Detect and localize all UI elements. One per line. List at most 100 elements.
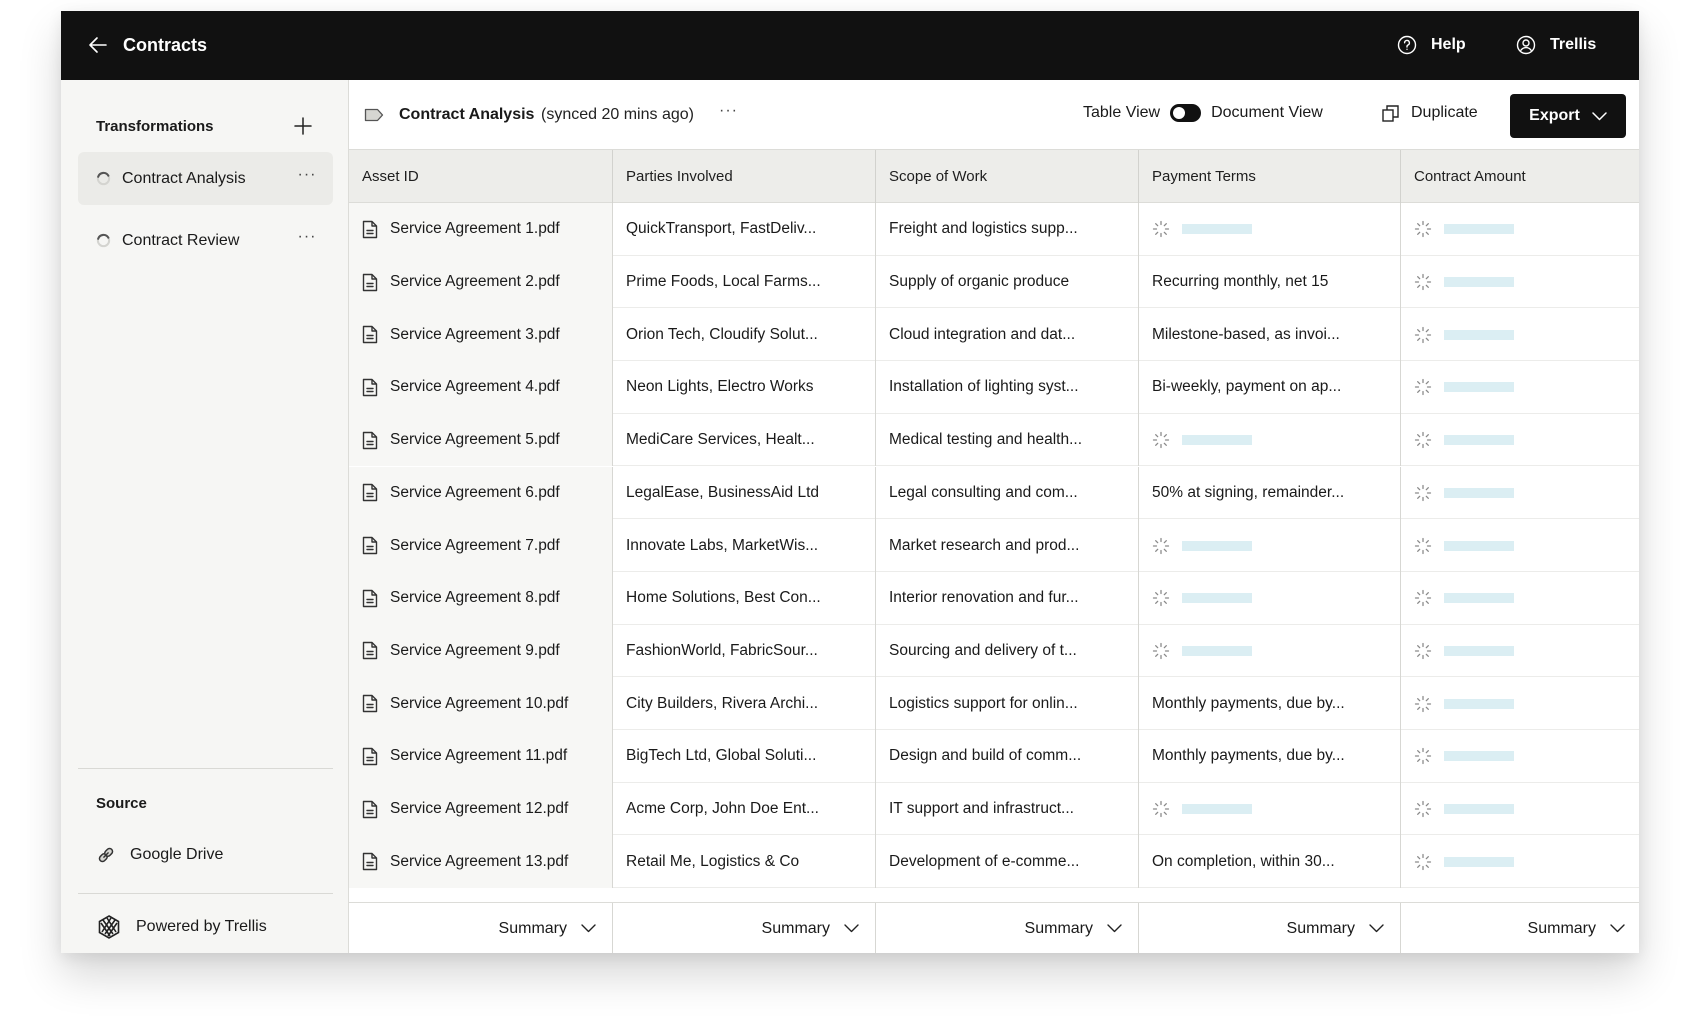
payment-terms-cell[interactable]: Monthly payments, due by... [1139, 677, 1401, 730]
asset-id-cell[interactable]: Service Agreement 13.pdf [349, 835, 613, 889]
table-row[interactable]: Service Agreement 6.pdf LegalEase, Busine… [349, 466, 1639, 520]
asset-id-cell[interactable]: Service Agreement 4.pdf [349, 361, 613, 414]
duplicate-button[interactable]: Duplicate [1382, 104, 1478, 122]
parties-cell[interactable]: Orion Tech, Cloudify Solut... [613, 308, 876, 362]
table-row[interactable]: Service Agreement 4.pdf Neon Lights, Elec… [349, 361, 1639, 414]
asset-id-cell[interactable]: Service Agreement 7.pdf [349, 519, 613, 572]
summary-dropdown[interactable]: Summary [1401, 903, 1639, 953]
table-row[interactable]: Service Agreement 13.pdf Retail Me, Logis… [349, 835, 1639, 889]
parties-cell[interactable]: Innovate Labs, MarketWis... [613, 519, 876, 572]
scope-cell[interactable]: Market research and prod... [876, 519, 1139, 572]
summary-dropdown[interactable]: Summary [1139, 903, 1401, 953]
asset-id-cell[interactable]: Service Agreement 12.pdf [349, 782, 613, 836]
scope-cell[interactable]: Interior renovation and fur... [876, 571, 1139, 625]
parties-cell[interactable]: City Builders, Rivera Archi... [613, 677, 876, 730]
payment-terms-cell[interactable]: 50% at signing, remainder... [1139, 466, 1401, 520]
summary-dropdown[interactable]: Summary [876, 903, 1139, 953]
view-toggle[interactable] [1170, 104, 1202, 122]
scope-cell[interactable]: Legal consulting and com... [876, 466, 1139, 520]
sidebar-item-contract-review[interactable]: Contract Review ··· [78, 214, 333, 267]
summary-dropdown[interactable]: Summary [349, 903, 613, 953]
payment-terms-cell[interactable] [1139, 413, 1401, 467]
contract-amount-cell[interactable] [1401, 572, 1639, 625]
scope-cell[interactable]: Supply of organic produce [876, 255, 1139, 309]
table-row[interactable]: Service Agreement 2.pdf Prime Foods, Loca… [349, 255, 1639, 309]
asset-id-cell[interactable]: Service Agreement 6.pdf [349, 466, 613, 520]
column-header-parties[interactable]: Parties Involved [613, 150, 876, 203]
summary-dropdown[interactable]: Summary [613, 903, 876, 953]
asset-id-cell[interactable]: Service Agreement 3.pdf [349, 308, 613, 362]
payment-terms-cell[interactable]: On completion, within 30... [1139, 835, 1401, 889]
payment-terms-cell[interactable]: Monthly payments, due by... [1139, 730, 1401, 783]
contract-amount-cell[interactable] [1401, 835, 1639, 888]
contract-amount-cell[interactable] [1401, 783, 1639, 836]
asset-id-cell[interactable]: Service Agreement 5.pdf [349, 413, 613, 467]
payment-terms-cell[interactable]: Bi-weekly, payment on ap... [1139, 361, 1401, 414]
table-row[interactable]: Service Agreement 3.pdf Orion Tech, Cloud… [349, 308, 1639, 362]
column-header-amount[interactable]: Contract Amount [1401, 150, 1639, 203]
parties-cell[interactable]: MediCare Services, Healt... [613, 413, 876, 467]
table-row[interactable]: Service Agreement 8.pdf Home Solutions, B… [349, 571, 1639, 625]
scope-cell[interactable]: Installation of lighting syst... [876, 361, 1139, 414]
document-view-label[interactable]: Document View [1211, 104, 1323, 122]
table-row[interactable]: Service Agreement 11.pdf BigTech Ltd, Glo… [349, 730, 1639, 783]
parties-cell[interactable]: Acme Corp, John Doe Ent... [613, 782, 876, 836]
asset-id-cell[interactable]: Service Agreement 8.pdf [349, 571, 613, 625]
plus-icon[interactable] [291, 114, 315, 138]
table-view-label[interactable]: Table View [1083, 104, 1160, 122]
contract-amount-cell[interactable] [1401, 203, 1639, 256]
scope-cell[interactable]: Sourcing and delivery of t... [876, 624, 1139, 678]
asset-id-cell[interactable]: Service Agreement 10.pdf [349, 677, 613, 730]
scope-cell[interactable]: Logistics support for onlin... [876, 677, 1139, 730]
column-header-asset-id[interactable]: Asset ID [349, 150, 613, 203]
contract-amount-cell[interactable] [1401, 519, 1639, 572]
asset-id-cell[interactable]: Service Agreement 11.pdf [349, 730, 613, 783]
parties-cell[interactable]: LegalEase, BusinessAid Ltd [613, 466, 876, 520]
scope-cell[interactable]: Development of e-comme... [876, 835, 1139, 889]
help-button[interactable]: Help [1397, 31, 1466, 59]
contract-amount-cell[interactable] [1401, 625, 1639, 678]
contract-amount-cell[interactable] [1401, 730, 1639, 783]
table-row[interactable]: Service Agreement 9.pdf FashionWorld, Fab… [349, 624, 1639, 678]
parties-cell[interactable]: BigTech Ltd, Global Soluti... [613, 730, 876, 783]
table-row[interactable]: Service Agreement 5.pdf MediCare Services… [349, 413, 1639, 467]
user-menu-button[interactable]: Trellis [1516, 31, 1596, 59]
contract-amount-cell[interactable] [1401, 308, 1639, 361]
column-header-payment[interactable]: Payment Terms [1139, 150, 1401, 203]
contract-amount-cell[interactable] [1401, 467, 1639, 520]
payment-terms-cell[interactable] [1139, 571, 1401, 625]
more-options-button[interactable]: ··· [719, 102, 738, 120]
table-row[interactable]: Service Agreement 10.pdf City Builders, R… [349, 677, 1639, 730]
scope-cell[interactable]: Cloud integration and dat... [876, 308, 1139, 362]
table-row[interactable]: Service Agreement 7.pdf Innovate Labs, Ma… [349, 519, 1639, 572]
payment-terms-cell[interactable] [1139, 624, 1401, 678]
parties-cell[interactable]: QuickTransport, FastDeliv... [613, 203, 876, 256]
payment-terms-cell[interactable] [1139, 203, 1401, 256]
asset-id-cell[interactable]: Service Agreement 2.pdf [349, 255, 613, 309]
contract-amount-cell[interactable] [1401, 414, 1639, 467]
arrow-left-icon[interactable] [87, 33, 109, 57]
parties-cell[interactable]: Retail Me, Logistics & Co [613, 835, 876, 889]
scope-cell[interactable]: Design and build of comm... [876, 730, 1139, 783]
table-row[interactable]: Service Agreement 1.pdf QuickTransport, F… [349, 203, 1639, 256]
payment-terms-cell[interactable] [1139, 782, 1401, 836]
scope-cell[interactable]: Freight and logistics supp... [876, 203, 1139, 256]
scope-cell[interactable]: Medical testing and health... [876, 413, 1139, 467]
export-button[interactable]: Export [1510, 94, 1626, 138]
scope-cell[interactable]: IT support and infrastruct... [876, 782, 1139, 836]
more-options-button[interactable]: ··· [294, 166, 320, 190]
asset-id-cell[interactable]: Service Agreement 1.pdf [349, 203, 613, 256]
payment-terms-cell[interactable]: Milestone-based, as invoi... [1139, 308, 1401, 362]
parties-cell[interactable]: FashionWorld, FabricSour... [613, 624, 876, 678]
sidebar-item-contract-analysis[interactable]: Contract Analysis ··· [78, 152, 333, 205]
column-header-scope[interactable]: Scope of Work [876, 150, 1139, 203]
parties-cell[interactable]: Home Solutions, Best Con... [613, 571, 876, 625]
table-row[interactable]: Service Agreement 12.pdf Acme Corp, John … [349, 782, 1639, 836]
payment-terms-cell[interactable] [1139, 519, 1401, 572]
source-google-drive[interactable]: Google Drive [96, 845, 223, 865]
more-options-button[interactable]: ··· [294, 228, 320, 252]
parties-cell[interactable]: Prime Foods, Local Farms... [613, 255, 876, 309]
contract-amount-cell[interactable] [1401, 361, 1639, 414]
asset-id-cell[interactable]: Service Agreement 9.pdf [349, 624, 613, 678]
parties-cell[interactable]: Neon Lights, Electro Works [613, 361, 876, 414]
